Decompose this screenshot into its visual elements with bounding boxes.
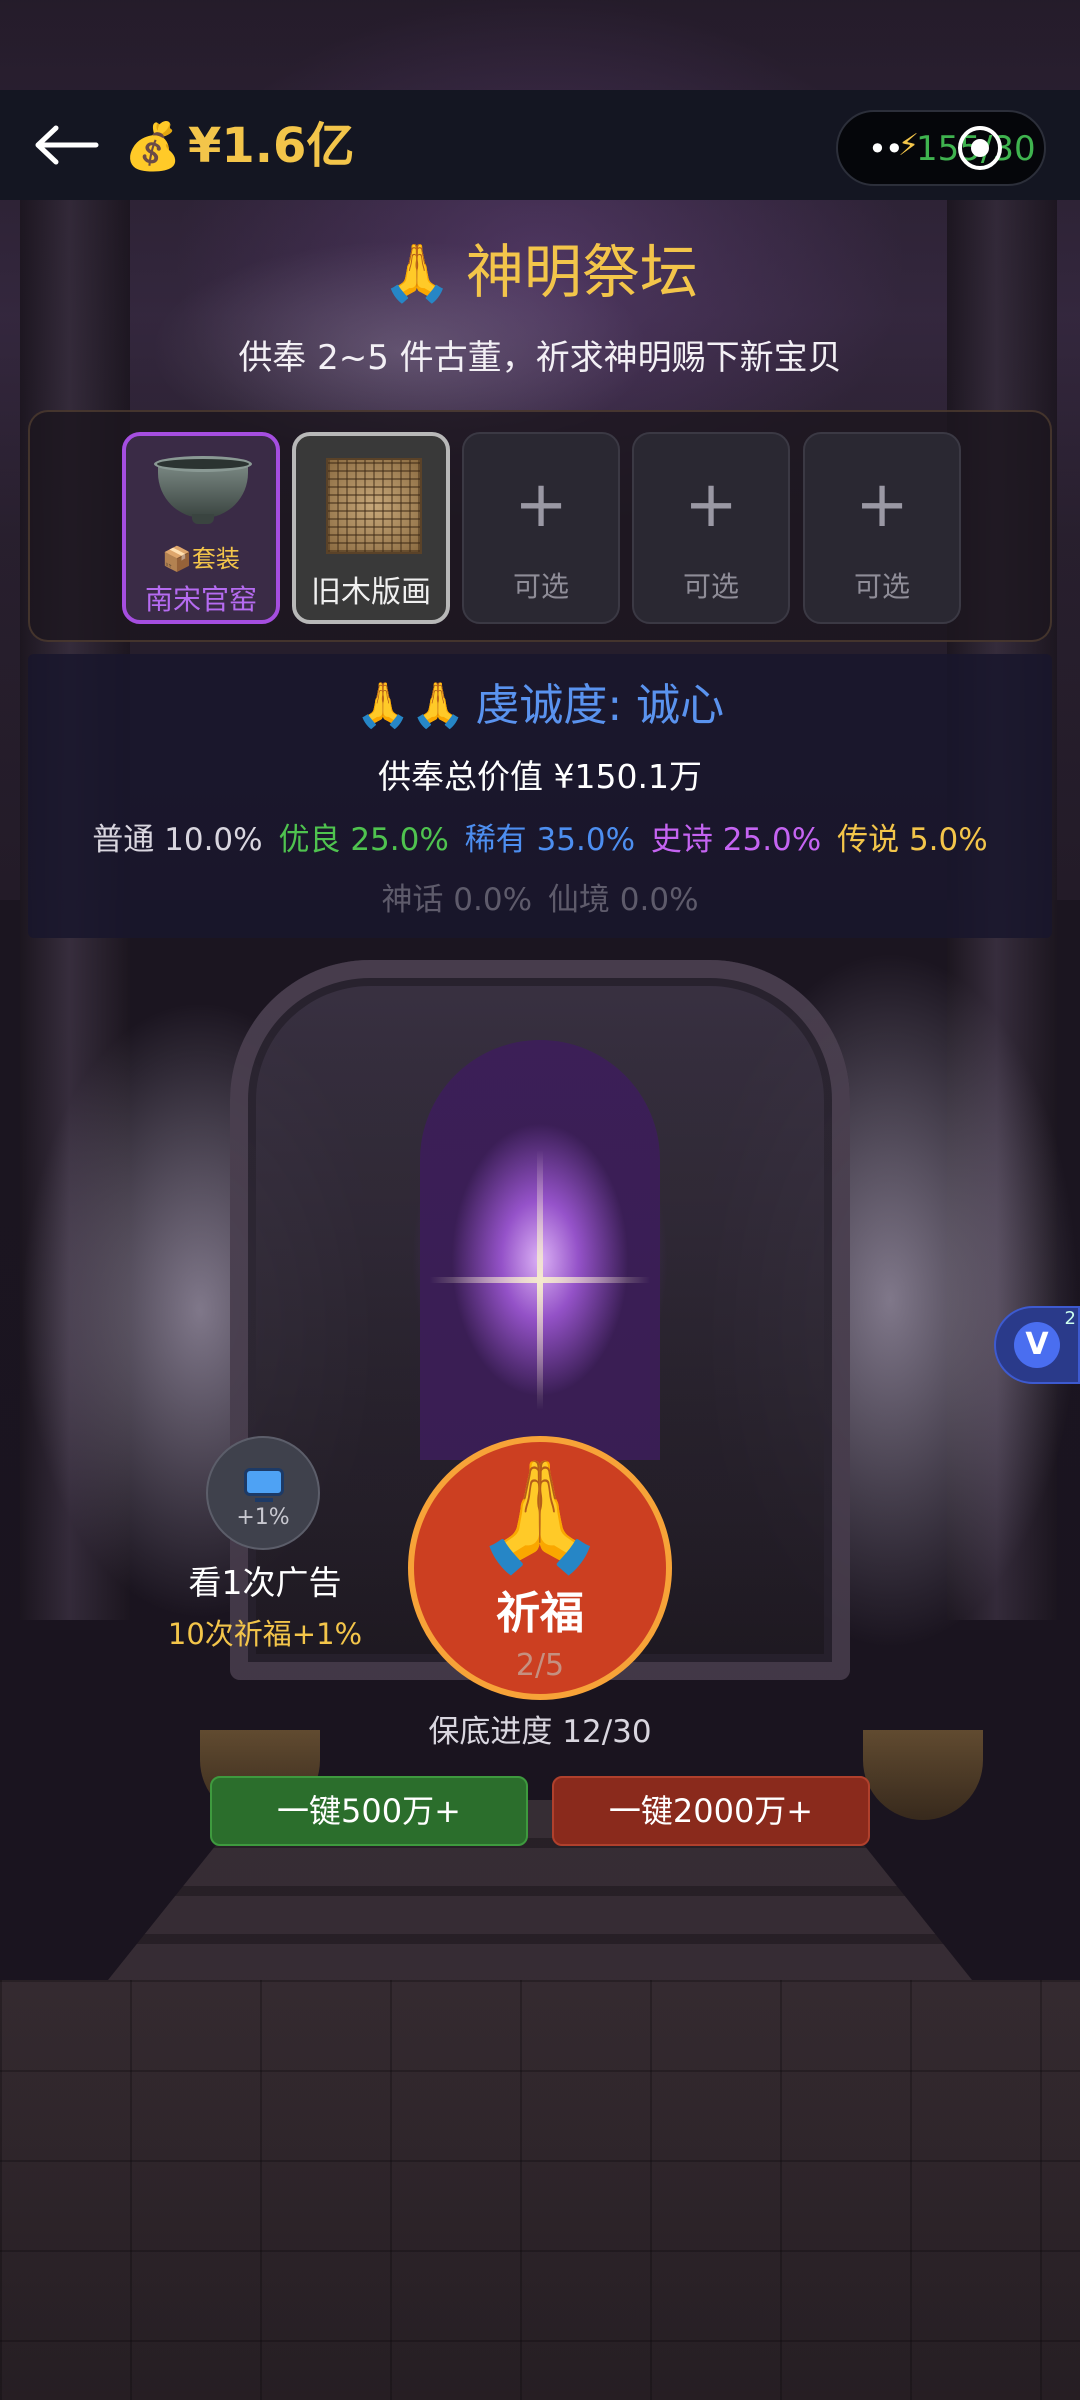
more-dots-icon[interactable]: •• bbox=[868, 132, 904, 166]
rate-rare: 稀有 35.0% bbox=[464, 822, 636, 858]
page-subtitle: 供奉 2~5 件古董，祈求神明赐下新宝贝 bbox=[238, 338, 842, 378]
offering-slots-panel: 📦套装 南宋官窑 旧木版画 + 可选 + 可选 + 可选 bbox=[28, 410, 1052, 642]
quick-offer-2000w-button[interactable]: 一键2000万+ bbox=[552, 1776, 870, 1846]
bolt-icon: ⚡ bbox=[898, 128, 920, 163]
mini-program-capsule[interactable]: •• 155/30 ⚡ bbox=[836, 110, 1046, 186]
rate-wonderland: 仙境 0.0% bbox=[547, 882, 699, 918]
money-bag-icon: 💰 bbox=[124, 119, 182, 173]
slot-item-name: 南宋官窑 bbox=[144, 583, 257, 616]
floating-vip-badge[interactable]: V 2 bbox=[994, 1306, 1080, 1384]
offering-total-value: 供奉总价值 ¥150.1万 bbox=[378, 757, 702, 796]
piety-stats-panel: 🙏🙏 虔诚度: 诚心 供奉总价值 ¥150.1万 普通 10.0% 优良 25.0… bbox=[28, 654, 1052, 938]
v-badge-icon: V bbox=[1014, 1322, 1060, 1368]
bowl-icon bbox=[154, 456, 252, 524]
praying-hands-icon: 🙏🙏 bbox=[355, 680, 466, 731]
top-bar: 💰 ¥1.6亿 •• 155/30 ⚡ bbox=[0, 90, 1080, 200]
ad-bonus-percent: +1% bbox=[236, 1505, 290, 1530]
pity-progress: 保底进度 12/30 bbox=[428, 1714, 652, 1750]
offering-slot-5[interactable]: + 可选 bbox=[803, 432, 961, 624]
badge-count: 2 bbox=[1064, 1308, 1076, 1329]
plus-icon: + bbox=[684, 468, 738, 542]
slot-optional-label: 可选 bbox=[682, 570, 739, 603]
slot-optional-label: 可选 bbox=[512, 570, 569, 603]
quick-offer-500w-button[interactable]: 一键500万+ bbox=[210, 1776, 528, 1846]
rate-mythic: 神话 0.0% bbox=[381, 882, 533, 918]
piety-label: 虔诚度: 诚心 bbox=[475, 680, 725, 731]
rarity-rates: 普通 10.0% 优良 25.0% 稀有 35.0% 史诗 25.0% 传说 5… bbox=[28, 816, 1052, 864]
praying-hands-icon: 🙏 bbox=[382, 241, 452, 306]
pray-button[interactable]: 🙏 祈福 2/5 bbox=[408, 1436, 672, 1700]
praying-hands-icon: 🙏 bbox=[472, 1454, 608, 1579]
slot-optional-label: 可选 bbox=[853, 570, 910, 603]
slot-item-name: 旧木版画 bbox=[311, 575, 431, 610]
offering-count: 2/5 bbox=[515, 1648, 565, 1683]
tv-icon bbox=[244, 1468, 284, 1502]
watch-ad-label: 看1次广告 bbox=[188, 1563, 342, 1602]
plus-icon: + bbox=[514, 468, 568, 542]
back-arrow-icon bbox=[35, 125, 99, 165]
rarity-rates-extra: 神话 0.0% 仙境 0.0% bbox=[28, 876, 1052, 924]
page-title: 🙏 神明祭坛 bbox=[0, 232, 1080, 314]
rate-legendary: 传说 5.0% bbox=[837, 822, 988, 858]
offering-slot-3[interactable]: + 可选 bbox=[462, 432, 620, 624]
watch-ad-button[interactable]: +1% bbox=[206, 1436, 320, 1550]
set-tag: 📦套装 bbox=[162, 545, 240, 573]
rate-epic: 史诗 25.0% bbox=[650, 822, 822, 858]
offering-slot-4[interactable]: + 可选 bbox=[632, 432, 790, 624]
back-button[interactable] bbox=[34, 116, 100, 174]
watch-ad-reward: 10次祈福+1% bbox=[167, 1617, 363, 1651]
page-title-text: 神明祭坛 bbox=[465, 238, 698, 306]
pray-label: 祈福 bbox=[496, 1588, 584, 1639]
offering-slot-2[interactable]: 旧木版画 bbox=[292, 432, 450, 624]
close-target-icon[interactable] bbox=[958, 126, 1002, 170]
piety-level: 🙏🙏 虔诚度: 诚心 bbox=[28, 674, 1052, 738]
offering-slot-1[interactable]: 📦套装 南宋官窑 bbox=[122, 432, 280, 624]
rate-common: 普通 10.0% bbox=[92, 822, 263, 858]
plus-icon: + bbox=[855, 468, 909, 542]
rate-fine: 优良 25.0% bbox=[278, 822, 449, 858]
woodcut-icon bbox=[326, 458, 422, 554]
money-balance: ¥1.6亿 bbox=[188, 118, 355, 174]
